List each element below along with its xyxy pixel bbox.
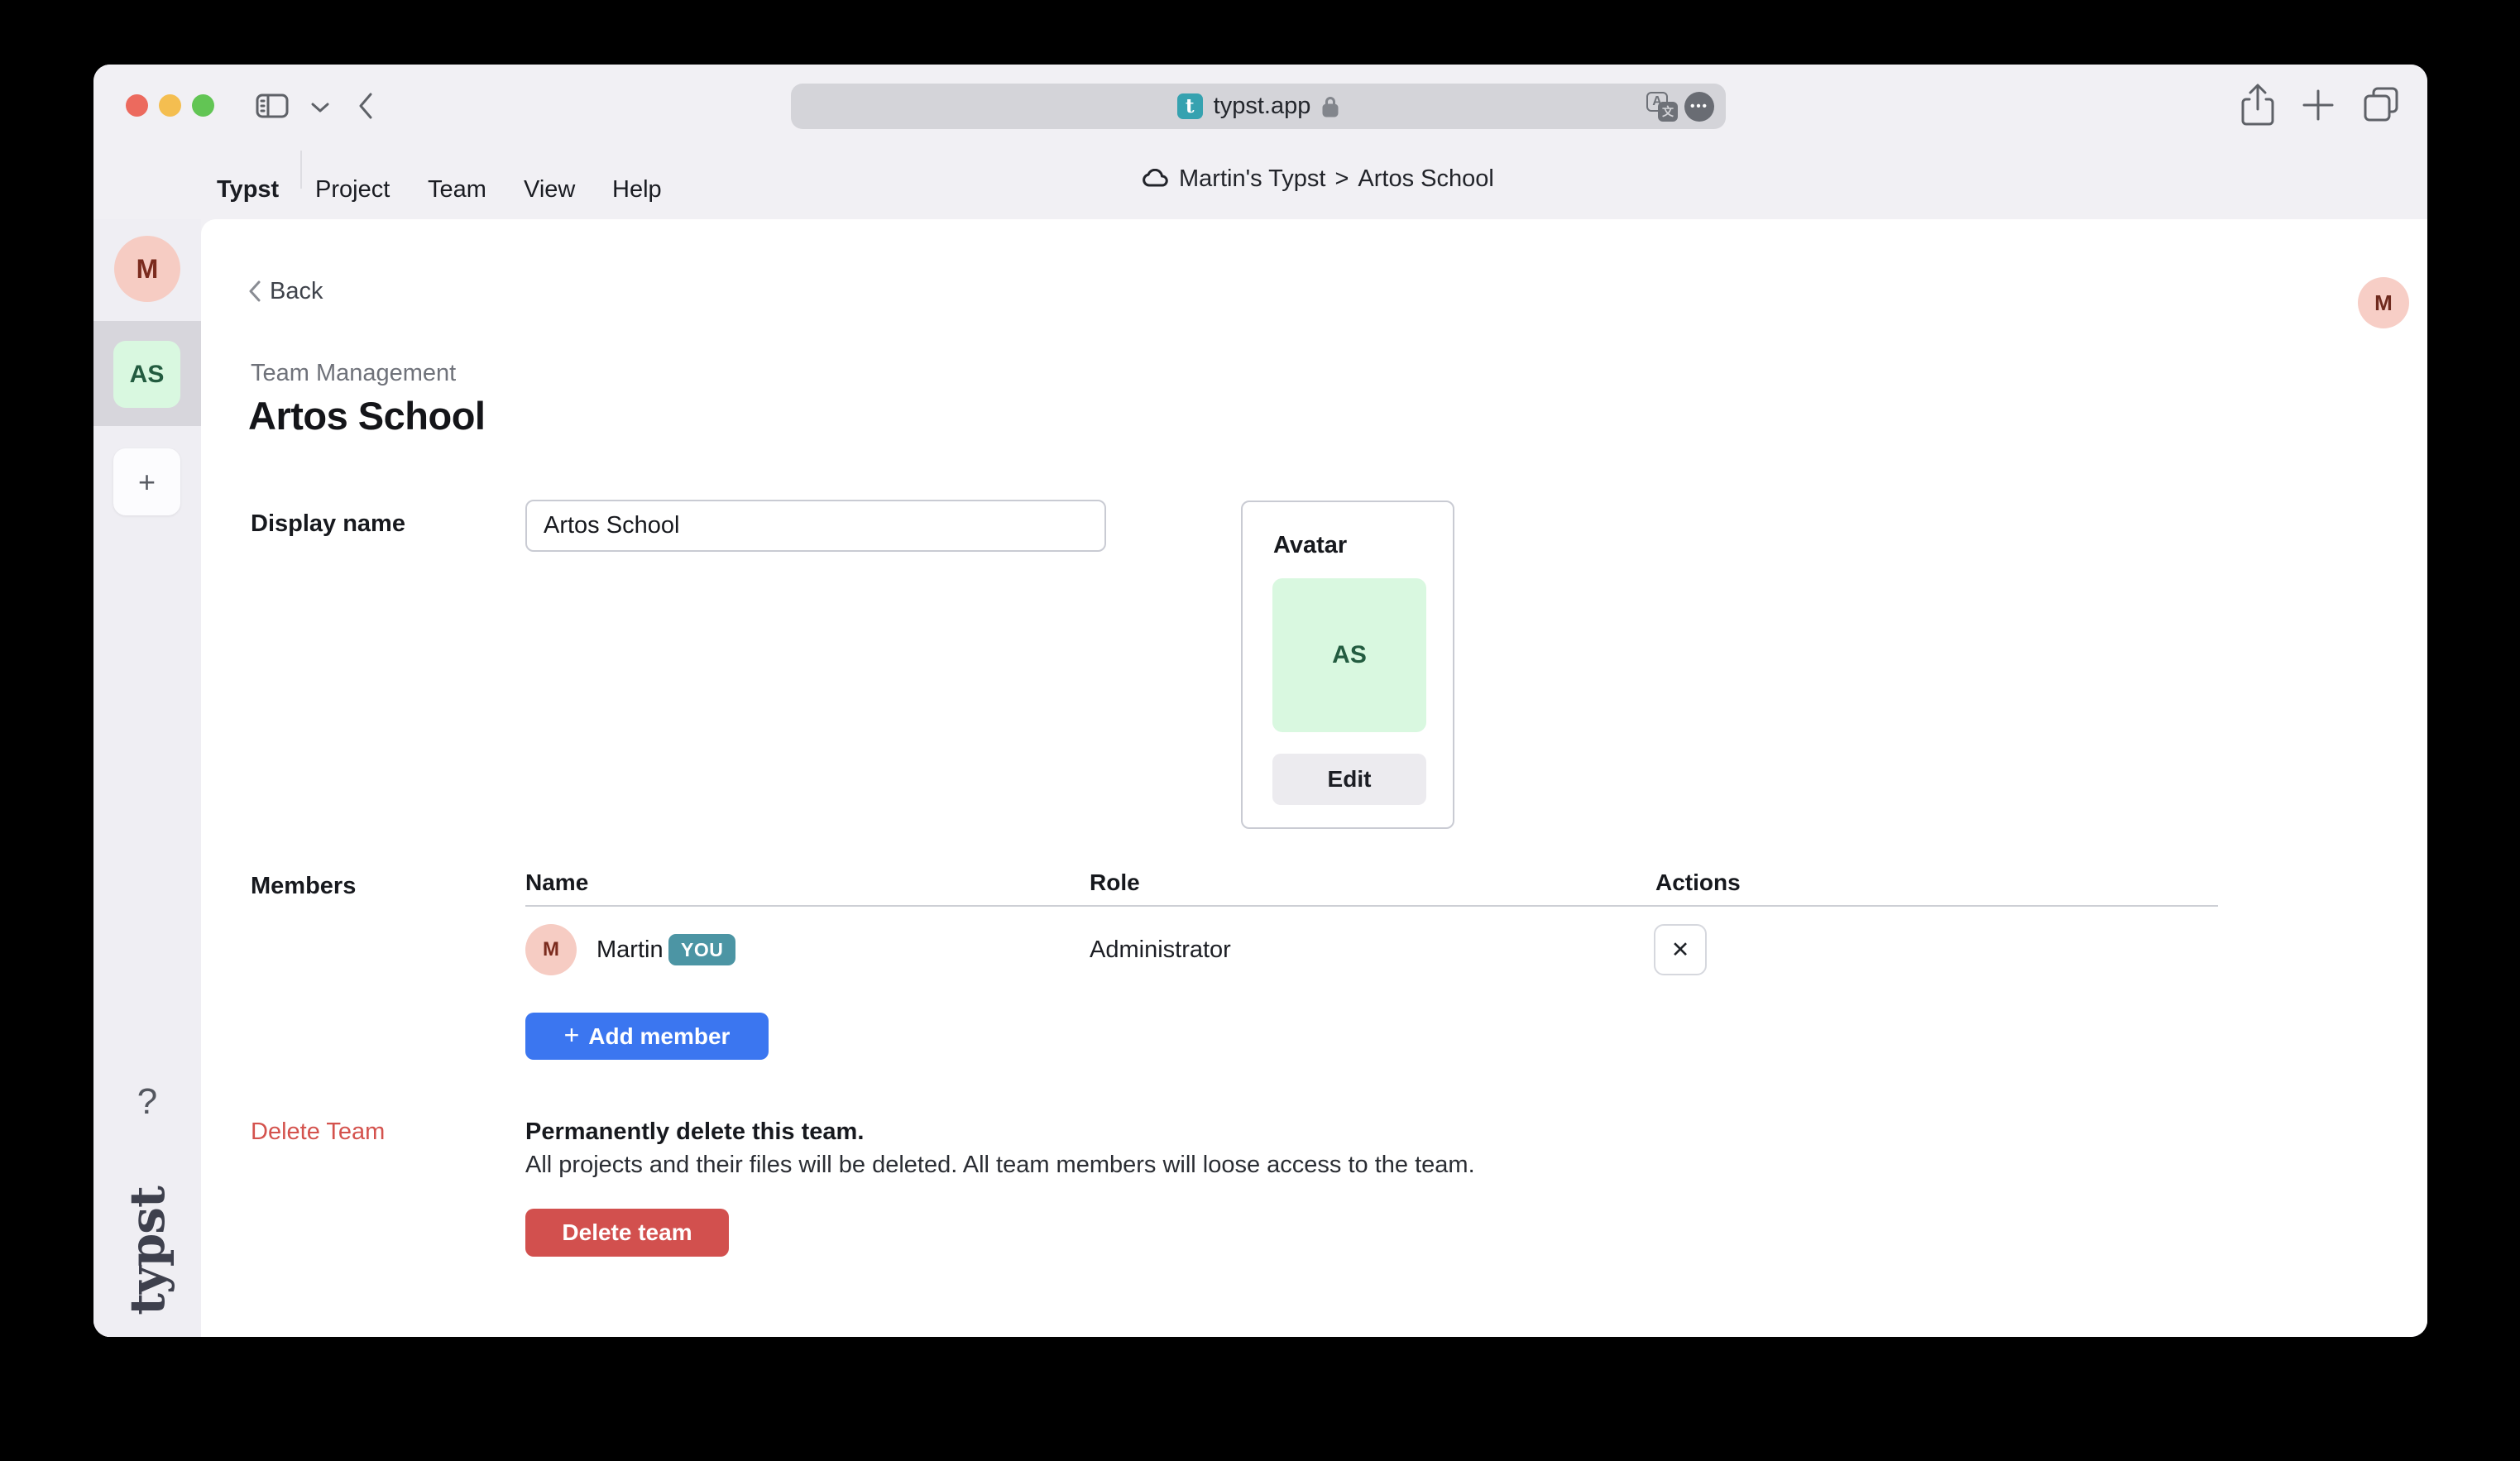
add-member-button[interactable]: + Add member [525,1013,769,1060]
member-role: Administrator [1090,924,1231,975]
page-title: Artos School [248,393,485,438]
team-management-page: Back M Team Management Artos School Disp… [201,219,2427,1337]
page-options-icon[interactable]: ••• [1684,92,1714,122]
add-member-label: Add member [588,1023,730,1050]
menu-typst[interactable]: Typst [217,175,279,204]
tab-overview-icon[interactable] [2362,86,2400,124]
traffic-lights [126,94,214,117]
plus-icon: + [564,1020,580,1051]
breadcrumb-separator: > [1334,165,1349,193]
workspace-sidebar: M AS + ? typst [93,219,201,1337]
delete-team-description: All projects and their files will be del… [525,1152,1475,1179]
breadcrumb-current: Artos School [1358,165,1493,193]
zoom-window-button[interactable] [192,94,214,117]
delete-team-label: Delete Team [251,1119,385,1146]
member-name: Martin [596,924,664,975]
menu-help[interactable]: Help [612,175,662,204]
close-window-button[interactable] [126,94,148,117]
lock-icon [1321,95,1339,118]
back-label: Back [270,277,323,305]
browser-chrome: t typst.app A 文 ••• [93,65,2427,219]
delete-team-button[interactable]: Delete team [525,1209,729,1257]
typst-logo: typst [119,1186,175,1315]
edit-avatar-button[interactable]: Edit [1272,754,1426,805]
menu-team[interactable]: Team [428,175,486,204]
sidebar-item-personal-workspace[interactable]: M [114,236,180,302]
toolbar-divider [300,151,302,189]
menu-project[interactable]: Project [315,175,390,204]
user-avatar[interactable]: M [2358,277,2409,328]
delete-team-heading: Permanently delete this team. [525,1119,864,1146]
menu-view[interactable]: View [524,175,575,204]
column-header-name: Name [525,869,588,896]
members-label: Members [251,873,356,900]
member-avatar: M [525,924,577,975]
section-label: Team Management [251,360,456,387]
back-button[interactable]: Back [248,277,323,305]
column-header-actions: Actions [1655,869,1741,896]
chevron-left-icon [248,280,261,302]
cloud-icon [1142,169,1170,189]
breadcrumb: Martin's Typst > Artos School [1142,165,1494,193]
avatar-card: Avatar AS Edit [1241,501,1454,829]
display-name-label: Display name [251,510,405,538]
column-header-role: Role [1090,869,1140,896]
team-avatar: AS [1272,578,1426,732]
breadcrumb-root[interactable]: Martin's Typst [1179,165,1325,193]
help-icon[interactable]: ? [93,1081,201,1123]
app-body: M AS + ? typst Back M Team Management Ar… [93,219,2427,1337]
back-navigation-icon[interactable] [357,92,375,120]
table-header-divider [525,905,2218,907]
translate-icon[interactable]: A 文 [1646,92,1678,122]
address-bar[interactable]: t typst.app A 文 ••• [791,84,1726,129]
new-tab-icon[interactable] [2301,88,2336,122]
minimize-window-button[interactable] [159,94,181,117]
site-favicon: t [1177,93,1203,119]
url-text: typst.app [1214,93,1311,120]
address-bar-actions: A 文 ••• [1646,84,1714,129]
you-badge: YOU [668,934,735,965]
chevron-down-icon[interactable] [310,101,330,114]
display-name-input[interactable] [525,500,1106,552]
sidebar-item-team-workspace[interactable]: AS [113,341,180,408]
remove-member-button[interactable]: ✕ [1654,924,1707,975]
sidebar-toggle-icon[interactable] [256,93,289,118]
avatar-card-label: Avatar [1273,532,1347,559]
share-icon[interactable] [2240,83,2276,127]
add-workspace-button[interactable]: + [113,448,180,515]
browser-window: t typst.app A 文 ••• [93,65,2427,1337]
